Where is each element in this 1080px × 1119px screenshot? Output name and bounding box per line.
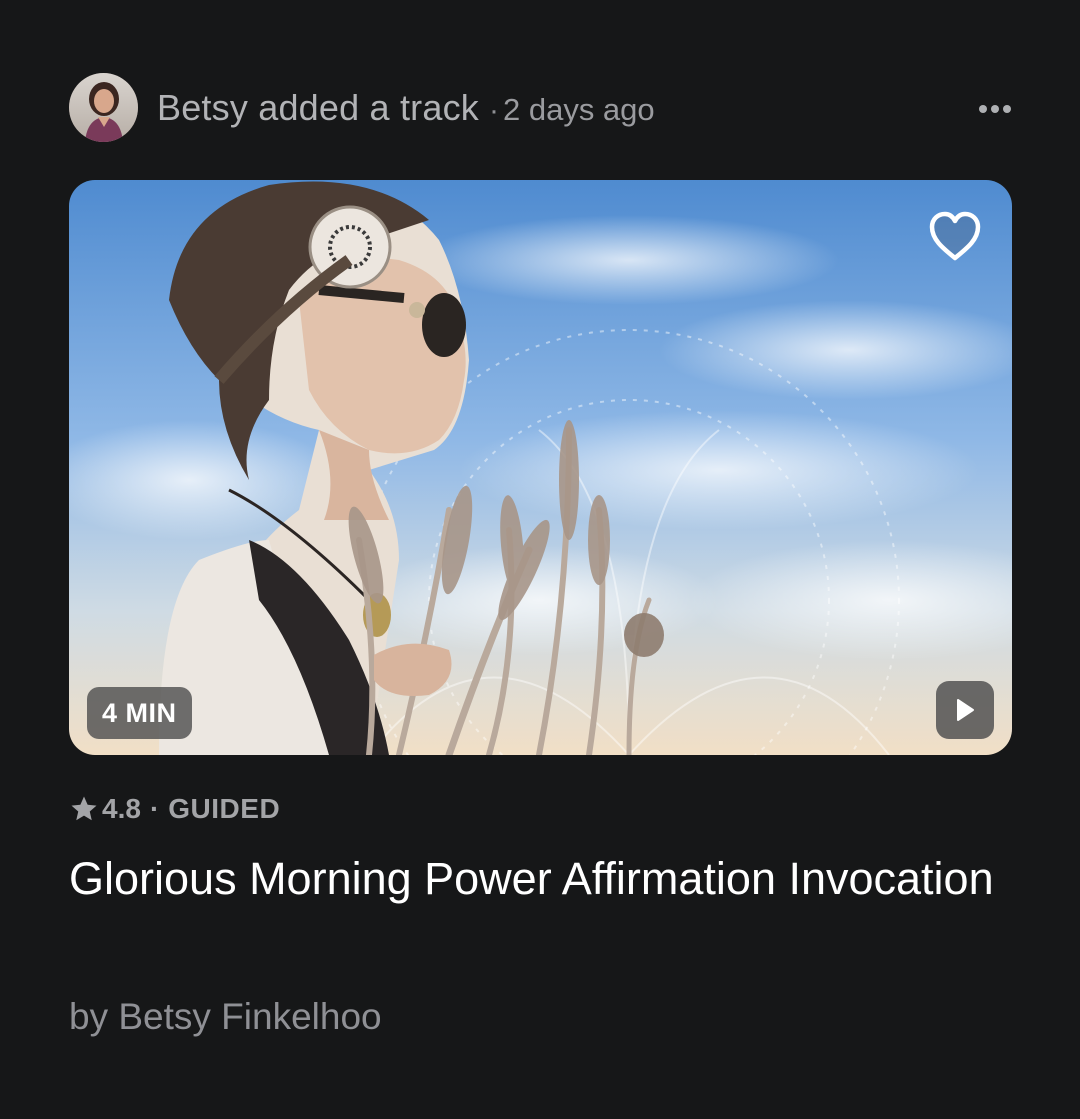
avatar-photo [69,73,138,142]
track-rating: 4.8 [102,793,141,824]
track-byline-text: by Betsy Finkelhoo [69,996,382,1037]
play-button[interactable] [936,681,994,739]
favorite-button[interactable] [926,208,984,264]
play-icon [957,699,974,721]
track-meta: 4.8 · GUIDED [69,790,280,828]
track-byline[interactable]: by Betsy Finkelhoo [69,996,382,1038]
more-horizontal-icon-dot [1003,105,1011,113]
activity-text: Betsy added a track · 2 days ago [157,87,655,129]
activity-timestamp: 2 days ago [502,92,655,127]
track-title[interactable]: Glorious Morning Power Affirmation Invoc… [69,846,999,912]
track-type: GUIDED [168,793,281,824]
user-avatar[interactable] [69,73,138,142]
activity-header: Betsy added a track · 2 days ago [69,73,1011,143]
activity-separator: · [488,94,499,127]
heart-outline-icon [929,211,981,261]
meta-separator: · [149,793,160,824]
star-icon [71,796,97,821]
more-options-button[interactable] [951,91,1011,127]
more-horizontal-icon [979,105,987,113]
more-horizontal-icon-dot [991,105,999,113]
duration-badge: 4 MIN [87,687,192,739]
track-cover-image [69,180,1012,755]
activity-actor-action[interactable]: Betsy added a track [157,87,479,128]
track-card[interactable]: 4 MIN [69,180,1012,755]
